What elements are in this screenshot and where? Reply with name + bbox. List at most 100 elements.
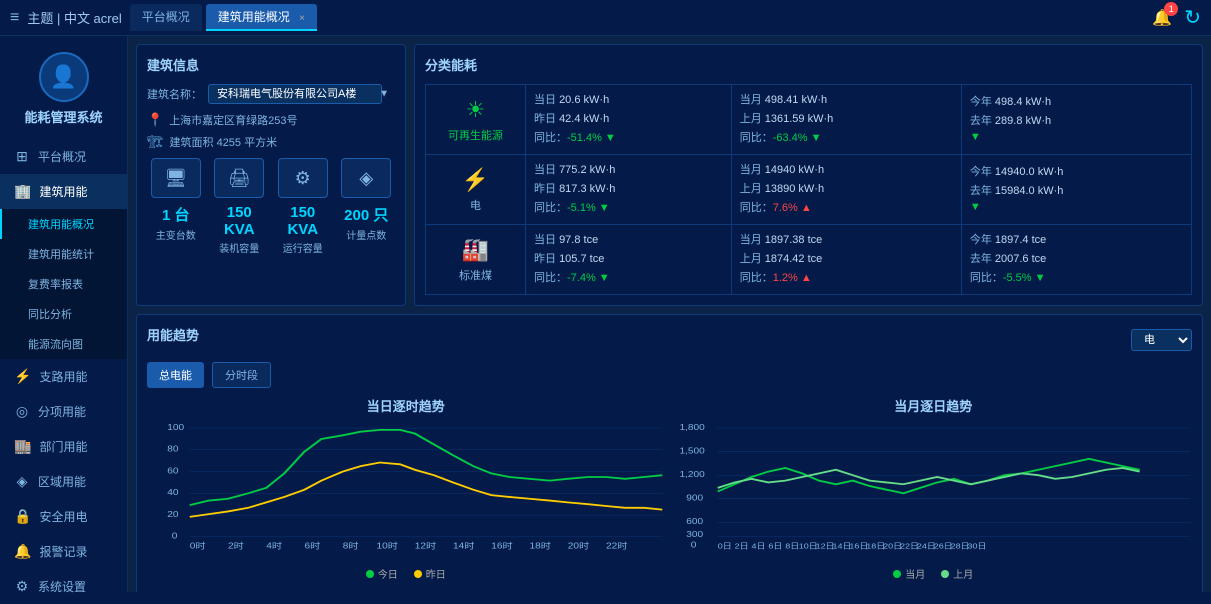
renewable-year-compare: ▼	[970, 131, 1183, 143]
sidebar-item-region[interactable]: ◈ 区域用能	[0, 464, 127, 499]
area-row: 🏗 建筑面积 4255 平方米	[147, 134, 395, 150]
energy-type-select[interactable]: 电	[1131, 329, 1192, 351]
renewable-day-compare: 同比：-51.4% ▼	[534, 129, 723, 145]
svg-text:22时: 22时	[606, 541, 627, 551]
electric-year: 今年 14940.0 kW·h 去年 15984.0 kW·h ▼	[961, 155, 1191, 225]
svg-text:30日: 30日	[967, 542, 986, 550]
sidebar-item-label: 报警记录	[39, 543, 87, 560]
svg-text:14时: 14时	[453, 541, 474, 551]
tab-building-energy[interactable]: 建筑用能概况 ×	[206, 4, 317, 31]
stat-value-2: 150 KVA	[274, 204, 332, 238]
sidebar-item-platform[interactable]: ⊞ 平台概况	[0, 139, 127, 174]
legend-lastmonth: 上月	[953, 570, 973, 581]
energy-type-coal: 🏭 标准煤	[426, 225, 526, 295]
renewable-day: 当日 20.6 kW·h 昨日 42.4 kW·h 同比：-51.4% ▼	[526, 85, 732, 155]
renewable-yesterday: 昨日 42.4 kW·h	[534, 110, 723, 126]
chart2-legend: 当月 上月	[675, 566, 1193, 581]
top-section: 建筑信息 建筑名称： 安科瑞电气股份有限公司A楼 ▼ 📍 上海市嘉定区育绿路25…	[136, 44, 1203, 306]
avatar: 👤	[39, 52, 89, 102]
subnav-overview[interactable]: 建筑用能概况	[0, 209, 127, 239]
chart-monthly: 当月逐日趋势 1,800 1,500 1,200 900 600 300 0	[675, 396, 1193, 592]
btn-period-energy[interactable]: 分时段	[212, 362, 271, 388]
legend-today-dot	[366, 570, 374, 578]
subnav-stats[interactable]: 建筑用能统计	[0, 239, 127, 269]
charts-row: 当日逐时趋势 100 80 60 40 20 0	[147, 396, 1192, 592]
legend-yesterday-dot	[414, 570, 422, 578]
legend-lastmonth-dot	[941, 570, 949, 578]
top-bar-right: 🔔 1 ↻	[1152, 5, 1201, 30]
location-icon: 📍	[147, 112, 163, 128]
sidebar-item-dept[interactable]: 🏬 部门用能	[0, 429, 127, 464]
svg-text:6时: 6时	[305, 541, 321, 551]
tab-platform[interactable]: 平台概况	[130, 4, 202, 31]
subnav-compare[interactable]: 同比分析	[0, 299, 127, 329]
stat-running: 150 KVA 运行容量	[274, 204, 332, 255]
sidebar-item-alarm[interactable]: 🔔 报警记录	[0, 534, 127, 569]
svg-text:16时: 16时	[491, 541, 512, 551]
svg-text:0: 0	[172, 532, 178, 541]
sidebar-item-subitem[interactable]: ◎ 分项用能	[0, 394, 127, 429]
legend-curmonth-dot	[893, 570, 901, 578]
safety-icon: 🔒	[14, 508, 31, 525]
building-select[interactable]: 安科瑞电气股份有限公司A楼	[208, 84, 382, 104]
building-icon: 🏢	[14, 183, 31, 200]
energy-type-renewable: ☀ 可再生能源	[426, 85, 526, 155]
renewable-last-month: 上月 1361.59 kW·h	[740, 110, 953, 126]
subnav-rate[interactable]: 复费率报表	[0, 269, 127, 299]
energy-trend-panel: 用能趋势 电 总电能 分时段 当日逐时趋势	[136, 314, 1203, 592]
stat-value-1: 150 KVA	[211, 204, 269, 238]
trend-controls: 电	[1131, 329, 1192, 351]
energy-select-wrapper: 电	[1131, 329, 1192, 351]
coal-label: 标准煤	[434, 267, 517, 283]
sidebar-item-branch[interactable]: ⚡ 支路用能	[0, 359, 127, 394]
btn-total-energy[interactable]: 总电能	[147, 362, 204, 388]
legend-yesterday: 昨日	[426, 570, 446, 581]
sidebar-item-label: 建筑用能	[39, 183, 87, 200]
refresh-icon[interactable]: ↻	[1184, 5, 1201, 30]
sidebar-item-safety[interactable]: 🔒 安全用电	[0, 499, 127, 534]
renewable-month: 当月 498.41 kW·h 上月 1361.59 kW·h 同比：-63.4%…	[731, 85, 961, 155]
trend-header: 用能趋势 电	[147, 325, 1192, 354]
renewable-icon: ☀	[434, 97, 517, 123]
chart1-title: 当日逐时趋势	[147, 396, 665, 415]
stat-value-0: 1 台	[147, 204, 205, 225]
subnav-flow[interactable]: 能源流向图	[0, 329, 127, 359]
svg-text:4日: 4日	[751, 542, 765, 550]
hamburger-icon[interactable]: ≡	[10, 9, 19, 27]
coal-day: 当日 97.8 tce 昨日 105.7 tce 同比：-7.4% ▼	[526, 225, 732, 295]
energy-class-title: 分类能耗	[425, 55, 1192, 74]
device-icon-meter: ◈	[338, 158, 396, 198]
renewable-today: 当日 20.6 kW·h	[534, 91, 723, 107]
svg-text:4时: 4时	[266, 541, 282, 551]
svg-text:80: 80	[167, 445, 178, 454]
sub-nav: 建筑用能概况 建筑用能统计 复费率报表 同比分析 能源流向图	[0, 209, 127, 359]
stat-label-0: 主变台数	[147, 227, 205, 242]
svg-text:20时: 20时	[568, 541, 589, 551]
building-info-panel: 建筑信息 建筑名称： 安科瑞电气股份有限公司A楼 ▼ 📍 上海市嘉定区育绿路25…	[136, 44, 406, 306]
trend-buttons: 总电能 分时段	[147, 362, 1192, 388]
svg-text:6日: 6日	[768, 542, 782, 550]
chart2-svg: 1,800 1,500 1,200 900 600 300 0	[675, 419, 1193, 564]
svg-text:60: 60	[167, 466, 178, 475]
address-text: 上海市嘉定区育绿路253号	[169, 112, 297, 128]
top-bar: ≡ 主题 | 中文 acrel 平台概况 建筑用能概况 × 🔔 1 ↻	[0, 0, 1211, 36]
svg-text:0时: 0时	[190, 541, 206, 551]
svg-text:1,800: 1,800	[679, 423, 704, 432]
svg-text:100: 100	[167, 423, 184, 432]
stat-label-2: 运行容量	[274, 240, 332, 255]
transformer-icon: ⚙	[278, 158, 328, 198]
bell-wrapper: 🔔 1	[1152, 8, 1172, 28]
tab-close-icon[interactable]: ×	[299, 13, 305, 24]
stat-installed: 150 KVA 装机容量	[211, 204, 269, 255]
electric-month: 当月 14940 kW·h 上月 13890 kW·h 同比：7.6% ▲	[731, 155, 961, 225]
energy-row-coal: 🏭 标准煤 当日 97.8 tce 昨日 105.7 tce 同比：-7.4% …	[426, 225, 1192, 295]
svg-text:600: 600	[686, 517, 703, 526]
svg-text:0日: 0日	[717, 542, 731, 550]
sidebar-item-building[interactable]: 🏢 建筑用能	[0, 174, 127, 209]
electric-day: 当日 775.2 kW·h 昨日 817.3 kW·h 同比：-5.1% ▼	[526, 155, 732, 225]
renewable-cur-year: 今年 498.4 kW·h	[970, 93, 1183, 109]
sidebar-nav: ⊞ 平台概况 🏢 建筑用能 建筑用能概况 建筑用能统计 复费率报表 同比分析 能…	[0, 139, 127, 604]
sidebar-item-label: 平台概况	[38, 148, 86, 165]
top-title: 主题 | 中文 acrel	[27, 8, 121, 27]
sidebar-item-settings[interactable]: ⚙ 系统设置	[0, 569, 127, 604]
